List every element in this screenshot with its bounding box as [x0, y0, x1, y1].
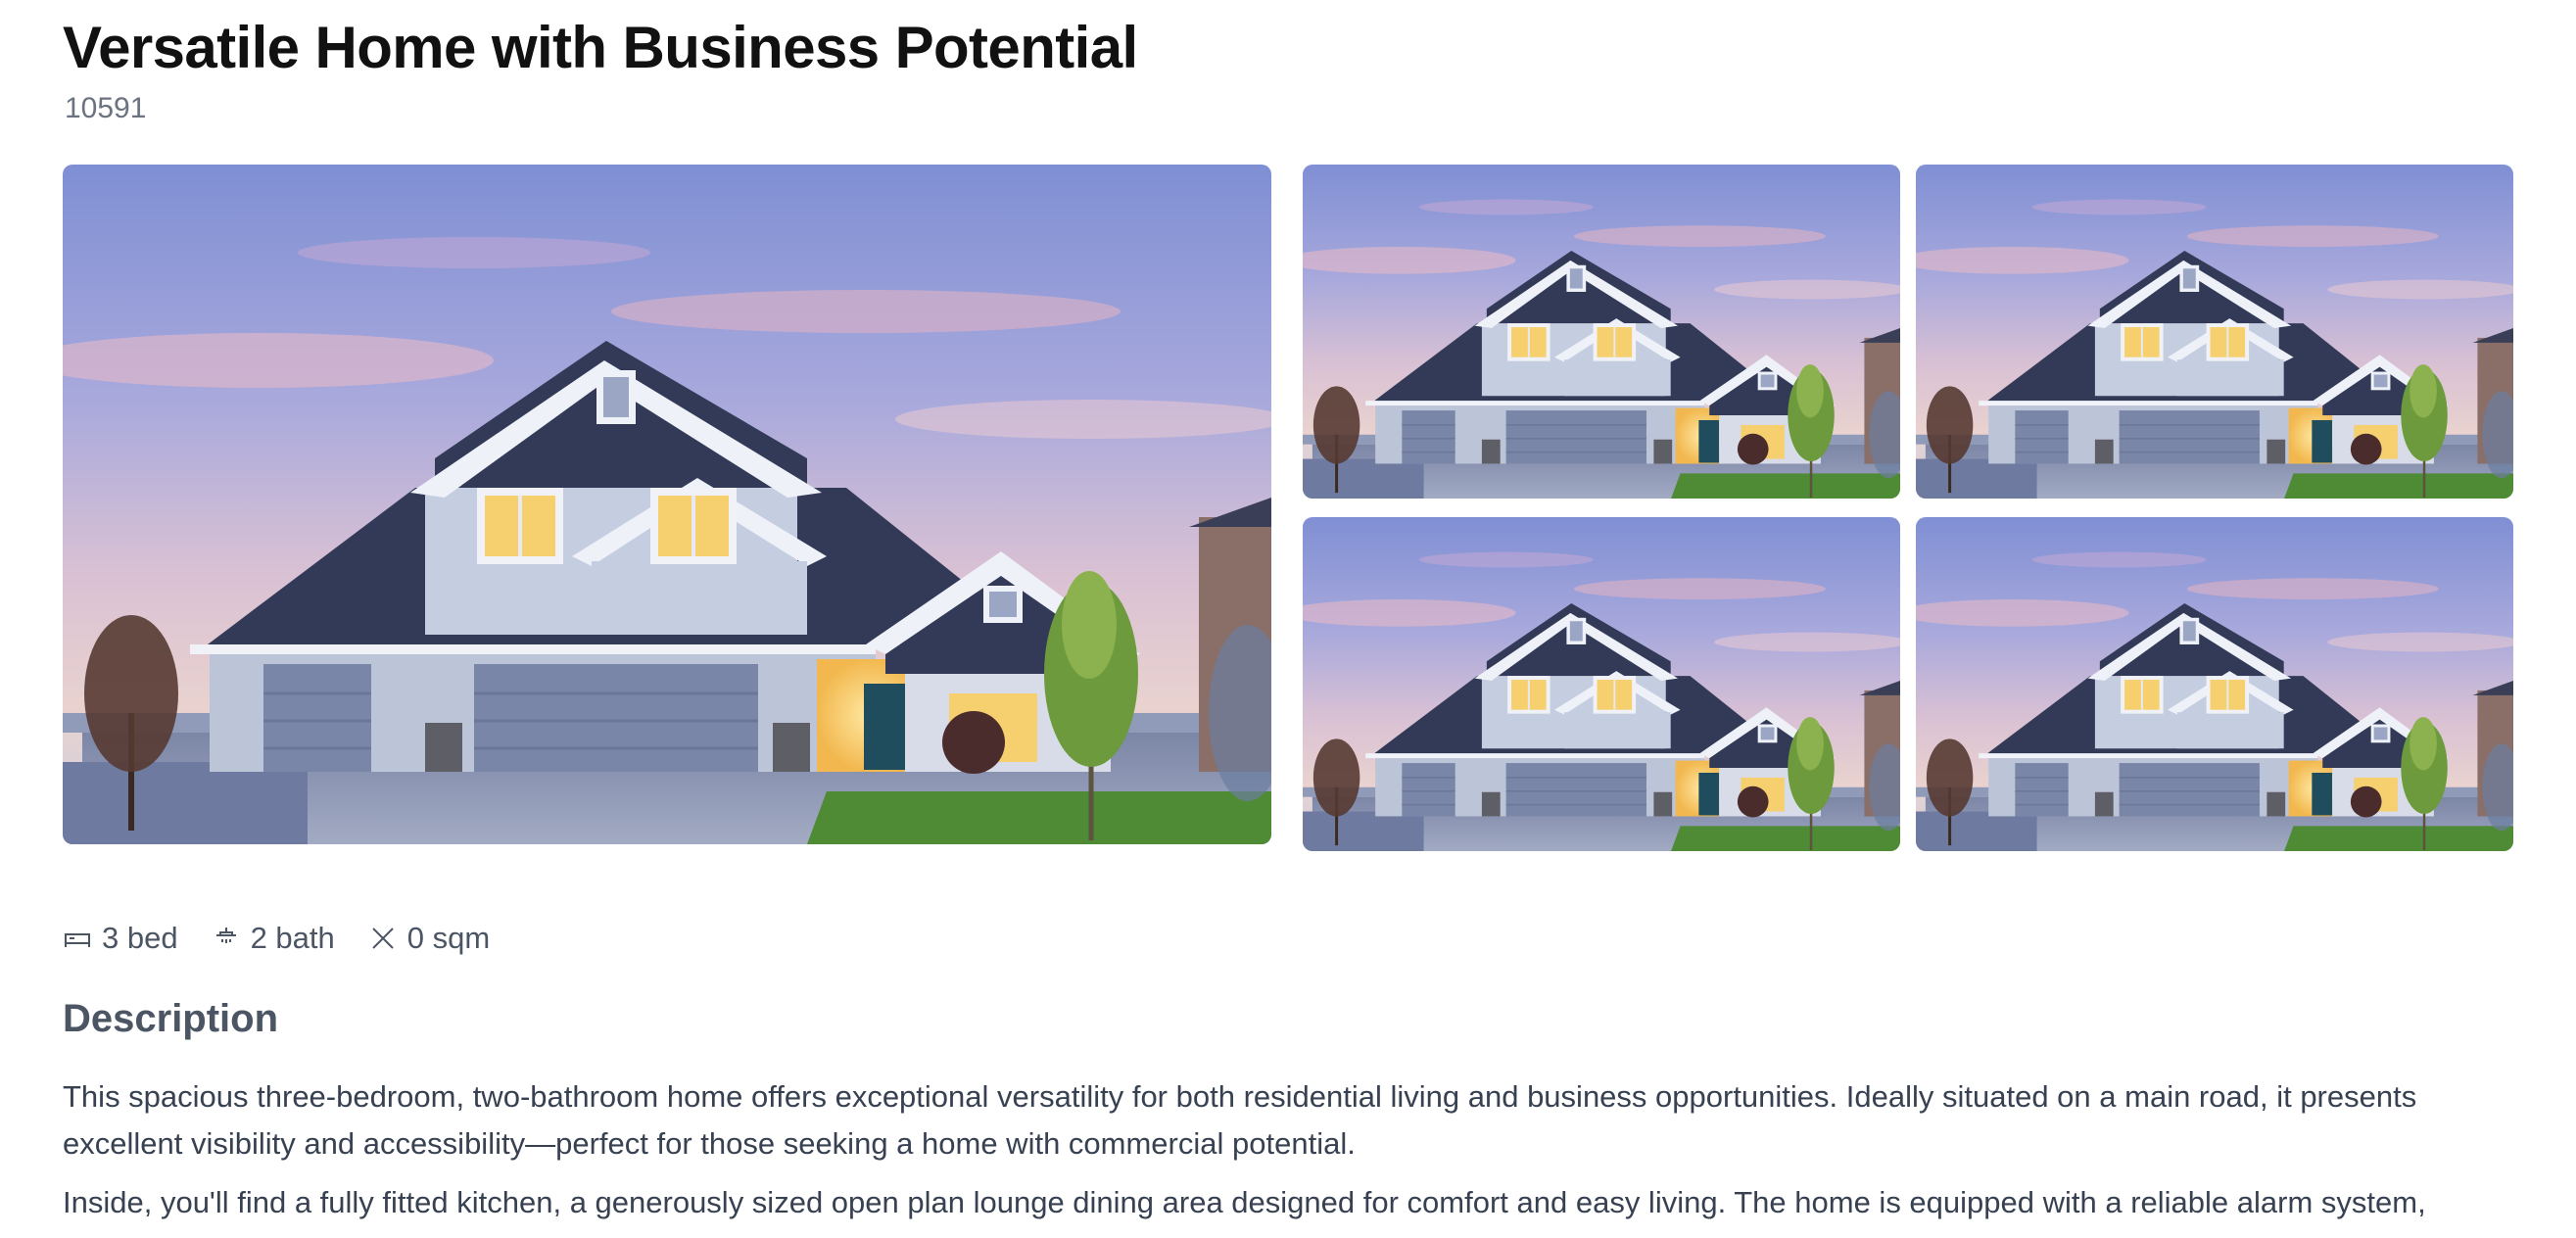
feature-area: 0 sqm [368, 921, 490, 956]
feature-beds: 3 bed [63, 921, 178, 956]
listing-title: Versatile Home with Business Potential [63, 15, 1138, 80]
description-body: This spacious three-bedroom, two-bathroo… [63, 1073, 2513, 1238]
photo-gallery [63, 165, 2513, 854]
feature-area-label: 0 sqm [406, 921, 491, 955]
thumbnail-photo[interactable] [1916, 517, 2513, 851]
feature-baths-label: 2 bath [250, 921, 335, 955]
thumbnail-photo[interactable] [1303, 517, 1900, 851]
listing-id: 10591 [65, 92, 147, 124]
feature-baths: 2 bath [212, 921, 335, 956]
description-paragraph: Inside, you'll find a fully fitted kitch… [63, 1185, 2426, 1219]
thumbnail-photo[interactable] [1916, 165, 2513, 499]
description-paragraph: This spacious three-bedroom, two-bathroo… [63, 1079, 2417, 1161]
property-features: 3 bed 2 bath 0 sqm [63, 921, 523, 956]
area-icon [368, 924, 398, 953]
description-heading: Description [63, 997, 279, 1040]
feature-beds-label: 3 bed [102, 921, 178, 955]
main-photo[interactable] [63, 165, 1271, 844]
bed-icon [63, 924, 92, 953]
thumbnail-photo[interactable] [1303, 165, 1900, 499]
shower-icon [212, 924, 241, 953]
